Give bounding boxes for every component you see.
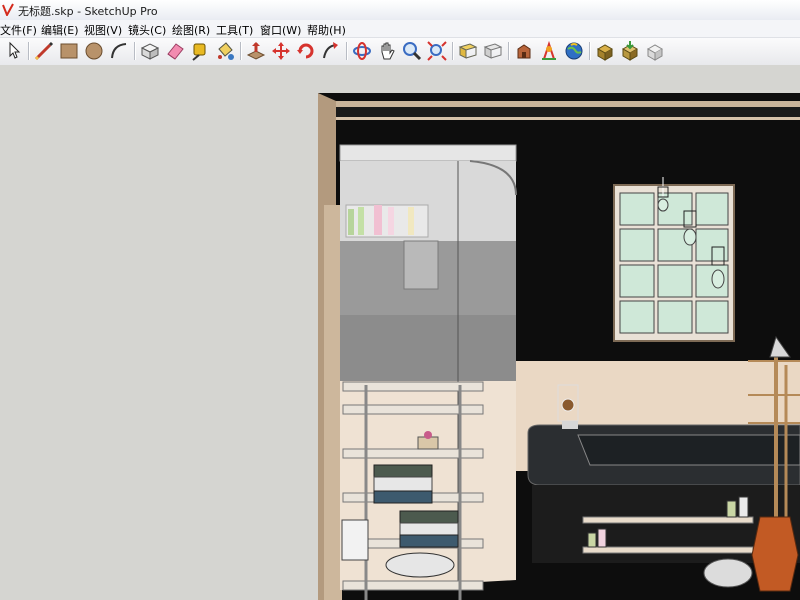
circle-tool-button[interactable] bbox=[83, 40, 105, 62]
circle-icon bbox=[85, 42, 103, 60]
paint-bucket-button[interactable] bbox=[214, 40, 236, 62]
orbit-tool-button[interactable] bbox=[351, 40, 373, 62]
paint-bucket-icon bbox=[218, 42, 234, 60]
pan-tool-button[interactable] bbox=[376, 40, 398, 62]
extension-warehouse-button[interactable] bbox=[538, 40, 560, 62]
toolbar-separator bbox=[589, 42, 590, 60]
zoom-tool-button[interactable] bbox=[401, 40, 423, 62]
main-toolbar bbox=[0, 37, 800, 66]
bathroom-model-render bbox=[318, 93, 800, 600]
geo-location-icon bbox=[565, 42, 583, 60]
next-view-button[interactable] bbox=[482, 40, 504, 62]
zoom-extents-icon bbox=[427, 41, 447, 61]
zoom-extents-button[interactable] bbox=[426, 40, 448, 62]
get-models-button[interactable] bbox=[619, 40, 641, 62]
eraser-tool-button[interactable] bbox=[164, 40, 186, 62]
previous-view-icon bbox=[458, 43, 478, 59]
select-tool-button[interactable] bbox=[3, 40, 25, 62]
make-component-button[interactable] bbox=[139, 40, 161, 62]
select-arrow-icon bbox=[9, 41, 21, 59]
menu-edit[interactable]: 编辑(E) bbox=[41, 22, 79, 38]
menu-help[interactable]: 帮助(H) bbox=[307, 22, 346, 38]
push-pull-icon bbox=[246, 42, 266, 60]
move-tool-button[interactable] bbox=[270, 40, 292, 62]
tape-measure-icon bbox=[192, 43, 206, 61]
orbit-icon bbox=[353, 42, 371, 60]
follow-me-icon bbox=[323, 42, 338, 59]
title-bar: 无标题.skp - SketchUp Pro bbox=[0, 0, 800, 21]
3d-warehouse-button[interactable] bbox=[513, 40, 535, 62]
geo-location-button[interactable] bbox=[563, 40, 585, 62]
menu-draw[interactable]: 绘图(R) bbox=[172, 22, 210, 38]
arc-icon bbox=[111, 43, 127, 59]
tape-measure-button[interactable] bbox=[189, 40, 211, 62]
rectangle-tool-button[interactable] bbox=[58, 40, 80, 62]
drawing-viewport[interactable] bbox=[0, 65, 800, 600]
sketchup-logo-icon bbox=[2, 3, 14, 16]
menu-window[interactable]: 窗口(W) bbox=[260, 22, 301, 38]
line-tool-button[interactable] bbox=[33, 40, 55, 62]
extension-warehouse-icon bbox=[542, 40, 556, 60]
pencil-line-icon bbox=[34, 41, 54, 61]
previous-view-button[interactable] bbox=[457, 40, 479, 62]
make-component-icon bbox=[140, 43, 160, 60]
toolbar-separator bbox=[28, 42, 29, 60]
share-model-icon bbox=[596, 44, 614, 61]
move-icon bbox=[272, 42, 290, 60]
zoom-icon bbox=[403, 42, 422, 61]
push-pull-button[interactable] bbox=[245, 40, 267, 62]
menu-view[interactable]: 视图(V) bbox=[84, 22, 122, 38]
toolbar-separator bbox=[346, 42, 347, 60]
eraser-icon bbox=[167, 43, 184, 60]
menu-file[interactable]: 文件(F) bbox=[0, 22, 37, 38]
pan-hand-icon bbox=[381, 42, 395, 60]
toolbar-separator bbox=[134, 42, 135, 60]
rotate-tool-button[interactable] bbox=[295, 40, 317, 62]
toolbar-separator bbox=[508, 42, 509, 60]
rectangle-icon bbox=[60, 43, 78, 59]
next-view-icon bbox=[483, 43, 503, 59]
window-title: 无标题.skp - SketchUp Pro bbox=[18, 5, 158, 18]
send-to-layout-icon bbox=[646, 44, 664, 61]
menu-bar: 文件(F) 编辑(E) 视图(V) 镜头(C) 绘图(R) 工具(T) 窗口(W… bbox=[0, 20, 800, 37]
rotate-icon bbox=[297, 43, 314, 59]
get-models-icon bbox=[621, 41, 639, 61]
menu-camera[interactable]: 镜头(C) bbox=[128, 22, 166, 38]
3d-warehouse-icon bbox=[517, 44, 531, 59]
toolbar-separator bbox=[452, 42, 453, 60]
share-model-button[interactable] bbox=[594, 40, 616, 62]
menu-tools[interactable]: 工具(T) bbox=[216, 22, 253, 38]
follow-me-button[interactable] bbox=[320, 40, 342, 62]
arc-tool-button[interactable] bbox=[108, 40, 130, 62]
toolbar-separator bbox=[240, 42, 241, 60]
send-to-layout-button[interactable] bbox=[644, 40, 666, 62]
